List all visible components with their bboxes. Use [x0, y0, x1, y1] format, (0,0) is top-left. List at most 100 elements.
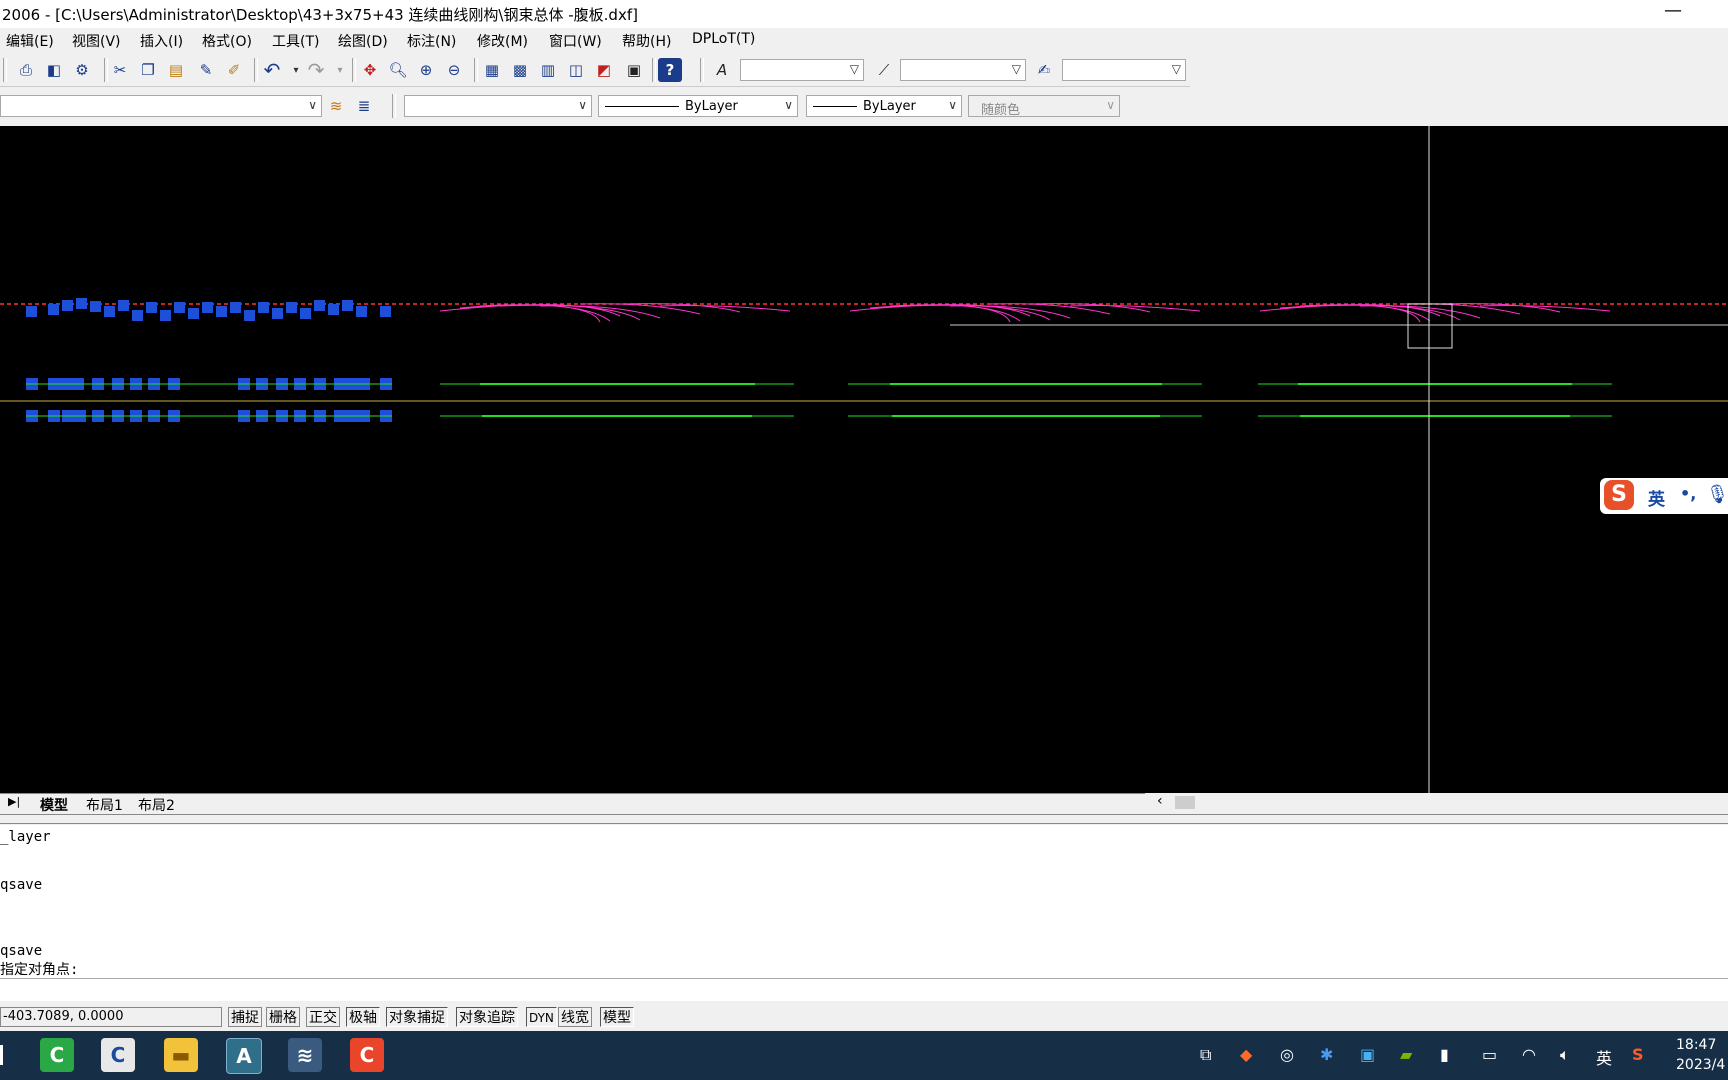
microphone-tray-icon[interactable]: ▮ [1440, 1045, 1449, 1064]
plot-preview-icon[interactable]: ◧ [42, 58, 66, 82]
menu-edit[interactable]: 编辑(E) [6, 31, 54, 51]
redo-dropdown-icon[interactable]: ▾ [328, 58, 352, 82]
layer-select[interactable]: ∨ [0, 95, 322, 117]
dyn-toggle[interactable]: DYN [526, 1007, 557, 1027]
wifi-icon[interactable]: ◠ [1522, 1045, 1536, 1064]
battery-icon[interactable]: ▭ [1482, 1045, 1497, 1064]
cad-viewer-icon[interactable]: C [101, 1038, 135, 1072]
scroll-thumb[interactable] [1175, 796, 1195, 809]
cut-icon[interactable]: ✂ [108, 58, 132, 82]
drawing-svg [0, 126, 1728, 794]
camtasia-icon[interactable]: C [40, 1038, 74, 1072]
otrack-toggle[interactable]: 对象追踪 [456, 1007, 518, 1027]
dim-style-icon[interactable]: ⟋ [872, 58, 896, 82]
tool-palettes-icon[interactable]: ▥ [536, 58, 560, 82]
zoom-previous-icon[interactable]: ⊖ [442, 58, 466, 82]
toolbar-separator [392, 94, 396, 118]
menu-tools[interactable]: 工具(T) [272, 31, 319, 51]
bridge-app-icon[interactable]: ≋ [288, 1038, 322, 1072]
tray-app2-icon[interactable]: ◎ [1280, 1045, 1294, 1064]
autocad-icon[interactable]: A [226, 1038, 262, 1074]
ortho-toggle[interactable]: 正交 [306, 1007, 340, 1027]
slab-lines [440, 383, 1612, 417]
redo-icon[interactable]: ↷ [304, 58, 328, 82]
minimize-button[interactable]: — [1664, 0, 1682, 21]
nvidia-icon[interactable]: ▰ [1400, 1045, 1412, 1064]
dim-style-select[interactable]: ▽ [900, 59, 1026, 81]
tab-model[interactable]: 模型 [40, 795, 68, 815]
chevron-down-icon: ∨ [948, 98, 957, 112]
sogou-tray-icon[interactable]: S [1632, 1045, 1644, 1064]
tab-layout1[interactable]: 布局1 [86, 795, 123, 815]
menu-insert[interactable]: 插入(I) [140, 31, 183, 51]
plotstyle-select[interactable]: 随颜色 ∨ [968, 95, 1120, 118]
menu-modify[interactable]: 修改(M) [477, 31, 528, 51]
grid-toggle[interactable]: 栅格 [266, 1007, 300, 1027]
microphone-icon[interactable]: 🎙︎ [1706, 484, 1728, 505]
lineweight-sample [813, 106, 857, 107]
menu-view[interactable]: 视图(V) [72, 31, 121, 51]
layer-previous-icon[interactable]: ≣ [352, 94, 376, 118]
publish-icon[interactable]: ⚙ [70, 58, 94, 82]
block-editor-icon[interactable]: ✐ [222, 58, 246, 82]
match-properties-icon[interactable]: ✎ [194, 58, 218, 82]
coordinate-readout[interactable]: -403.7089, 0.0000 [0, 1007, 222, 1027]
command-input[interactable] [0, 978, 1728, 1001]
text-style-select[interactable]: ▽ [740, 59, 864, 81]
menu-help[interactable]: 帮助(H) [622, 31, 671, 51]
copy-icon[interactable]: ❐ [136, 58, 160, 82]
scroll-left-icon[interactable]: ‹ [1157, 793, 1163, 809]
title-bar: 2006 - [C:\Users\Administrator\Desktop\4… [0, 0, 1728, 28]
toolbar-separator [352, 58, 356, 82]
tray-app-icon[interactable]: ◆ [1240, 1045, 1252, 1064]
horizontal-scrollbar[interactable]: ‹ [1145, 793, 1728, 812]
calculator-icon[interactable]: ▣ [622, 58, 646, 82]
lineweight-select[interactable]: ByLayer ∨ [806, 95, 962, 117]
markup-icon[interactable]: ◩ [592, 58, 616, 82]
sheet-set-icon[interactable]: ◫ [564, 58, 588, 82]
help-icon[interactable]: ? [658, 58, 682, 82]
undo-icon[interactable]: ↶ [260, 58, 284, 82]
linetype-select[interactable]: ByLayer ∨ [598, 95, 798, 117]
chevron-down-icon: ∨ [1106, 98, 1115, 112]
clock[interactable]: 18:47 2023/4 [1676, 1035, 1725, 1075]
ime-toolbar[interactable]: S 英 •, 🎙︎ [1600, 478, 1728, 514]
model-toggle[interactable]: 模型 [600, 1007, 634, 1027]
plot-icon[interactable]: ⎙ [14, 58, 38, 82]
tray-app3-icon[interactable]: ▣ [1360, 1045, 1375, 1064]
table-style-icon[interactable]: ✍ [1032, 58, 1056, 82]
lineweight-toggle[interactable]: 线宽 [558, 1007, 592, 1027]
menu-dimension[interactable]: 标注(N) [407, 31, 456, 51]
tab-layout2[interactable]: 布局2 [138, 795, 175, 815]
bluetooth-icon[interactable]: ✱ [1320, 1045, 1333, 1064]
osnap-toggle[interactable]: 对象捕捉 [386, 1007, 448, 1027]
make-layer-current-icon[interactable]: ≋ [324, 94, 348, 118]
color-select[interactable]: ∨ [404, 95, 592, 117]
menu-window[interactable]: 窗口(W) [549, 31, 602, 51]
menu-dplot[interactable]: DPLoT(T) [692, 31, 755, 47]
chevron-down-icon: ∨ [784, 98, 793, 112]
zoom-window-icon[interactable]: ⊕ [414, 58, 438, 82]
task-view-icon[interactable]: ⧉ [1200, 1045, 1211, 1065]
ime-punctuation[interactable]: •, [1680, 484, 1696, 503]
paste-icon[interactable]: ▤ [164, 58, 188, 82]
volume-icon[interactable]: 🔈︎ [1560, 1045, 1570, 1065]
snap-toggle[interactable]: 捕捉 [228, 1007, 262, 1027]
table-style-select[interactable]: ▽ [1062, 59, 1186, 81]
drawing-canvas[interactable]: S 英 •, 🎙︎ [0, 126, 1728, 794]
zoom-realtime-icon[interactable]: 🔍︎ [386, 58, 410, 82]
command-splitter[interactable] [0, 814, 1728, 824]
pan-icon[interactable]: ✥ [358, 58, 382, 82]
ime-language-label[interactable]: 英 [1648, 485, 1665, 510]
design-center-icon[interactable]: ▩ [508, 58, 532, 82]
polar-toggle[interactable]: 极轴 [346, 1007, 380, 1027]
file-explorer-icon[interactable]: ▬ [164, 1038, 198, 1072]
text-style-icon[interactable]: A [710, 58, 734, 82]
properties-icon[interactable]: ▦ [480, 58, 504, 82]
chevron-down-icon: ∨ [578, 98, 587, 112]
menu-draw[interactable]: 绘图(D) [338, 31, 388, 51]
tray-language[interactable]: 英 [1596, 1045, 1612, 1069]
menu-format[interactable]: 格式(O) [202, 31, 252, 51]
recorder-icon[interactable]: C [350, 1038, 384, 1072]
tab-nav-last-icon[interactable]: ▶| [8, 795, 20, 808]
